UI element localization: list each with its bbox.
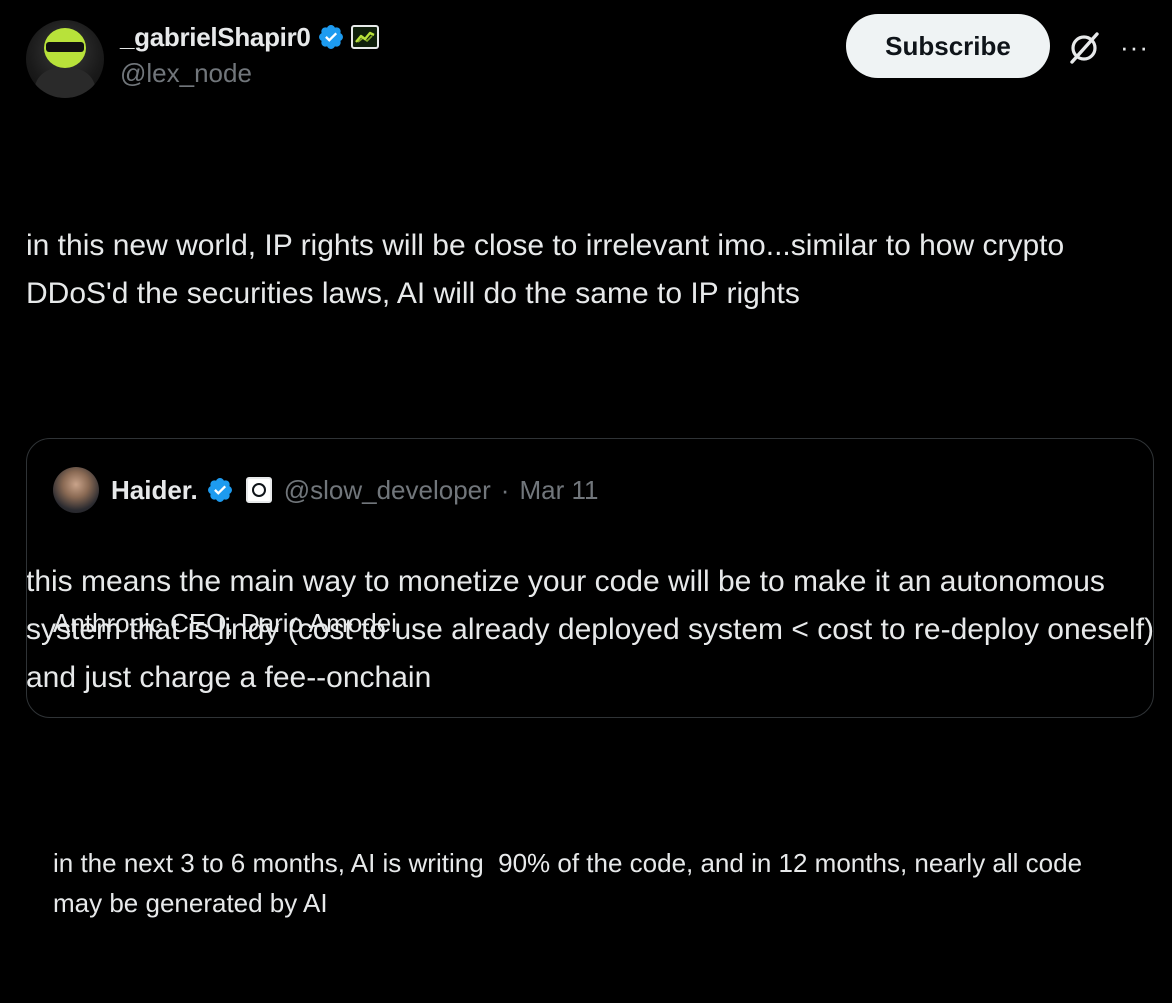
quoted-author-avatar	[53, 467, 99, 513]
circle-square-icon	[245, 477, 272, 503]
avatar-visor	[46, 42, 84, 52]
verified-badge-icon	[207, 478, 232, 502]
quoted-author-handle: @slow_developer	[283, 474, 491, 505]
meta-separator: ·	[500, 474, 510, 505]
verified-badge-icon[interactable]	[317, 23, 345, 51]
more-horizontal-icon[interactable]: ···	[1120, 32, 1149, 63]
subscribe-button[interactable]: Subscribe	[846, 14, 1050, 78]
tweet-header: _gabrielShapir0 @lex_node Subscribe ···	[26, 14, 1156, 98]
quoted-tweet-header: Haider. @slow_developer · Mar 11	[53, 467, 598, 513]
avatar-body	[34, 68, 96, 98]
quoted-tweet-line: in the next 3 to 6 months, AI is writing…	[53, 848, 1090, 918]
quoted-tweet-date: Mar 11	[519, 474, 599, 505]
author-avatar[interactable]	[26, 20, 104, 98]
author-display-name[interactable]: _gabrielShapir0	[120, 22, 311, 53]
author-handle[interactable]: @lex_node	[120, 58, 252, 89]
chart-line-icon[interactable]	[350, 25, 379, 49]
grok-slash-icon[interactable]	[1066, 30, 1102, 66]
author-name-row: _gabrielShapir0	[120, 20, 379, 54]
quoted-tweet[interactable]: Haider. @slow_developer · Mar 11 Anthrop…	[26, 438, 1154, 918]
tweet-paragraph: in this new world, IP rights will be clo…	[26, 229, 1073, 310]
quoted-author-display-name: Haider.	[111, 474, 198, 505]
quoted-tweet-line: Anthropic CEO, Dario Amodei	[53, 608, 397, 638]
quoted-tweet-body: Anthropic CEO, Dario Amodei in the next …	[53, 523, 1133, 1003]
